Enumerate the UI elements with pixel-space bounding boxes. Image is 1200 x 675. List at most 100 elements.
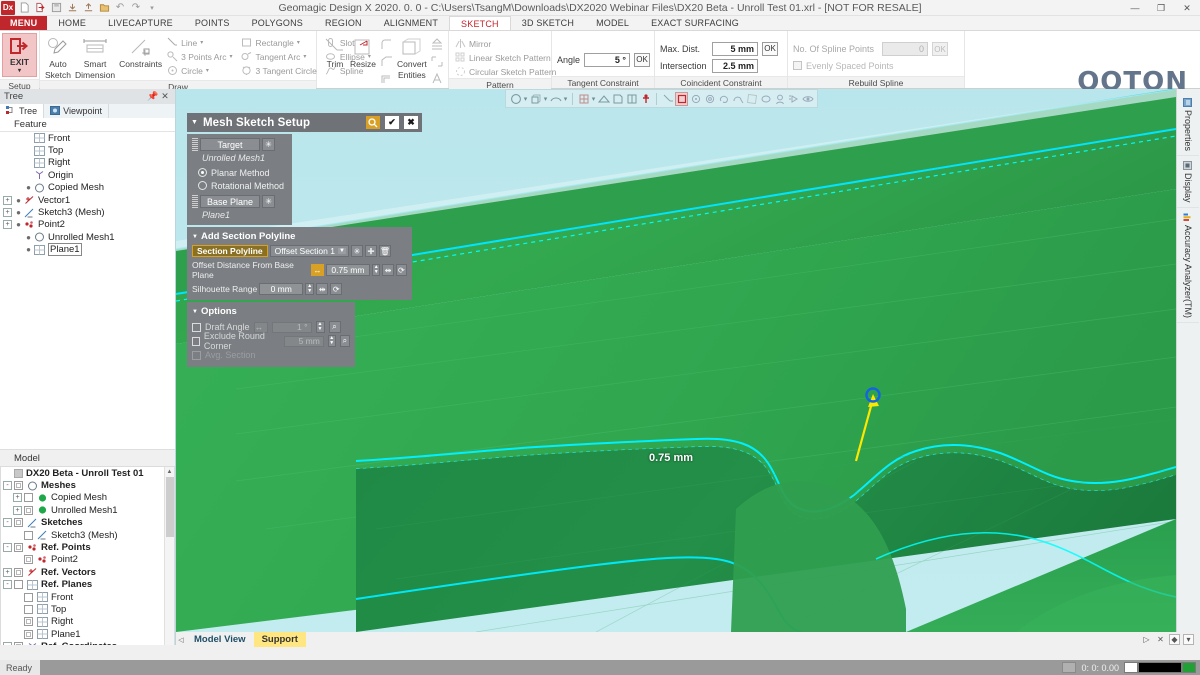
tab-home[interactable]: HOME xyxy=(47,16,97,30)
curvature-icon[interactable] xyxy=(549,92,562,106)
max-dist-input[interactable]: 5 mm xyxy=(712,41,758,56)
tab-exact-surfacing[interactable]: EXACT SURFACING xyxy=(640,16,750,30)
quick-access-toolbar[interactable]: Dx ↶ ↷ ▾ xyxy=(0,0,159,15)
smart-dimension-button[interactable]: Smart Dimension xyxy=(75,34,115,80)
offset-reset-icon[interactable]: ⟳ xyxy=(395,264,407,276)
planar-method-radio-row[interactable]: Planar Method xyxy=(192,166,287,179)
resize-button[interactable]: Resize xyxy=(350,34,376,69)
tangent-arc-button[interactable]: Tangent Arc ▾ xyxy=(241,50,321,63)
lasso-select-icon[interactable] xyxy=(717,92,730,106)
base-plane-select-row[interactable]: Base Plane ✳ xyxy=(192,195,287,208)
tree-panel-tabs[interactable]: Tree Viewpoint xyxy=(0,104,175,118)
free-select-icon[interactable] xyxy=(773,92,786,106)
visibility-checkbox[interactable] xyxy=(24,493,33,503)
angle-input[interactable]: 5 ° xyxy=(584,52,631,67)
visibility-dot-icon[interactable]: ● xyxy=(24,245,33,254)
linear-pattern-button[interactable]: Linear Sketch Pattern xyxy=(454,51,555,64)
window-buttons[interactable]: — ❐ ✕ xyxy=(1122,0,1200,16)
visible-only-icon[interactable] xyxy=(801,92,814,106)
convert-entities-button[interactable]: Convert Entities xyxy=(397,34,427,80)
dropdown-small-icon[interactable]: ▾ xyxy=(1183,634,1194,645)
open-import-icon[interactable] xyxy=(33,1,47,15)
model-tree-item-unrolled-mesh1[interactable]: + Unrolled Mesh1 xyxy=(1,504,174,516)
play-icon[interactable]: ▷ xyxy=(1141,634,1152,645)
tree-expander-icon[interactable]: + xyxy=(3,220,12,230)
silhouette-measure-icon[interactable]: ⇹ xyxy=(316,283,329,295)
evenly-spaced-checkbox[interactable] xyxy=(793,61,802,70)
circular-pattern-button[interactable]: Circular Sketch Pattern xyxy=(454,65,560,78)
visibility-checkbox[interactable] xyxy=(24,530,33,540)
chevron-down-icon[interactable]: ▼ xyxy=(337,248,346,254)
tab-display[interactable]: Display xyxy=(1177,156,1199,208)
arc-3pt-button[interactable]: 3 Points Arc ▾ xyxy=(166,50,236,63)
chevron-down-icon[interactable]: ▾ xyxy=(230,53,233,60)
bottom-tab-bar[interactable]: ◁ Model View Support ▷ ✕ ◆ ▾ xyxy=(176,632,1200,647)
preview-button[interactable] xyxy=(366,116,380,129)
chevron-down-icon[interactable]: ▾ xyxy=(206,67,209,74)
section-polyline-chip[interactable]: Section Polyline xyxy=(192,245,268,257)
visibility-checkbox[interactable] xyxy=(14,543,23,553)
swatch-white[interactable] xyxy=(1124,662,1138,673)
tangent-circle-button[interactable]: 3 Tangent Circle xyxy=(241,64,321,77)
silhouette-range-stepper[interactable]: ▲ ▼ xyxy=(305,283,315,295)
model-tree-item-front[interactable]: Front xyxy=(1,591,174,603)
feature-tree[interactable]: Front Top Right Origin ● Copied Mesh + ● Vector1… xyxy=(0,132,175,264)
viewport-3d[interactable]: 0.75 mm ▾ ▾ ▾ ▾ ▼ Mesh Sketch Setup ✔ ✖ … xyxy=(176,89,1176,632)
base-plane-options-icon[interactable]: ✳ xyxy=(262,195,276,208)
extrude-icon[interactable] xyxy=(429,37,446,52)
visibility-checkbox[interactable] xyxy=(24,617,33,627)
visibility-checkbox[interactable] xyxy=(24,604,33,614)
box-dropdown-icon[interactable]: ▾ xyxy=(543,95,548,103)
tab-tree[interactable]: Tree xyxy=(0,104,45,118)
model-tree-item-meshes[interactable]: - Meshes xyxy=(1,479,174,491)
folder-icon[interactable] xyxy=(97,1,111,15)
mesh-sketch-setup-dialog[interactable]: ▼ Mesh Sketch Setup ✔ ✖ Target ✳ Unrolle… xyxy=(187,113,422,367)
shade-icon[interactable] xyxy=(509,92,522,106)
offset-icon[interactable] xyxy=(378,71,395,86)
close-button[interactable]: ✕ xyxy=(1174,0,1200,16)
coincident-ok-button[interactable]: OK xyxy=(762,41,778,56)
ellipse-select-icon[interactable] xyxy=(759,92,772,106)
rect-select-icon[interactable] xyxy=(675,91,688,106)
visibility-dot-icon[interactable]: ● xyxy=(24,233,33,242)
close-small-icon[interactable]: ✕ xyxy=(1155,634,1166,645)
offset-measure-icon[interactable]: ⇹ xyxy=(382,264,394,276)
collapse-icon[interactable]: ▼ xyxy=(192,234,198,240)
tree-expander-icon[interactable]: - xyxy=(3,580,12,590)
avg-section-checkbox[interactable] xyxy=(192,350,201,360)
feature-tree-item-vector1[interactable]: + ● Vector1 xyxy=(0,194,175,206)
trim-button[interactable]: Trim xyxy=(322,34,348,69)
visibility-dot-icon[interactable]: ● xyxy=(24,183,33,192)
feature-tree-item-copied-mesh[interactable]: ● Copied Mesh xyxy=(0,182,175,194)
visibility-checkbox[interactable] xyxy=(24,629,33,639)
rotational-method-radio[interactable] xyxy=(198,181,207,190)
chevron-down-icon[interactable]: ▾ xyxy=(303,53,306,60)
scale-icon[interactable] xyxy=(429,54,446,69)
tree-expander-icon[interactable]: + xyxy=(13,493,22,503)
collapse-icon[interactable]: ▼ xyxy=(192,309,198,315)
menu-button[interactable]: MENU xyxy=(0,16,48,30)
section-polyline-title-row[interactable]: ▼ Add Section Polyline xyxy=(192,231,407,242)
import-icon[interactable] xyxy=(81,1,95,15)
sheet-icon[interactable] xyxy=(611,92,624,106)
line-button[interactable]: Line ▾ xyxy=(166,36,236,49)
target-options-icon[interactable]: ✳ xyxy=(262,138,275,151)
mirror-button[interactable]: Mirror xyxy=(454,37,495,50)
cancel-button[interactable]: ✖ xyxy=(404,116,418,129)
section-polyline-options-icon[interactable]: ✳ xyxy=(350,245,363,257)
visibility-checkbox[interactable] xyxy=(14,481,23,491)
tab-viewpoint[interactable]: Viewpoint xyxy=(44,104,110,118)
model-tree-item-plane1[interactable]: Plane1 xyxy=(1,628,174,640)
visibility-dot-icon[interactable]: ● xyxy=(14,196,23,205)
model-tree-item-dx20-beta-unroll-test-01[interactable]: DX20 Beta - Unroll Test 01 xyxy=(1,467,174,479)
new-icon[interactable] xyxy=(17,1,31,15)
exclude-round-corner-checkbox[interactable] xyxy=(192,336,200,346)
chevron-down-icon[interactable]: ▾ xyxy=(297,39,300,46)
app-icon[interactable]: Dx xyxy=(1,0,15,15)
visibility-dot-icon[interactable]: ● xyxy=(14,220,23,229)
tangent-ok-button[interactable]: OK xyxy=(634,52,651,67)
visibility-checkbox[interactable] xyxy=(14,567,23,577)
section-icon[interactable] xyxy=(577,92,590,106)
dialog-header[interactable]: ▼ Mesh Sketch Setup ✔ ✖ xyxy=(187,113,422,132)
line-select-icon[interactable] xyxy=(661,92,674,106)
